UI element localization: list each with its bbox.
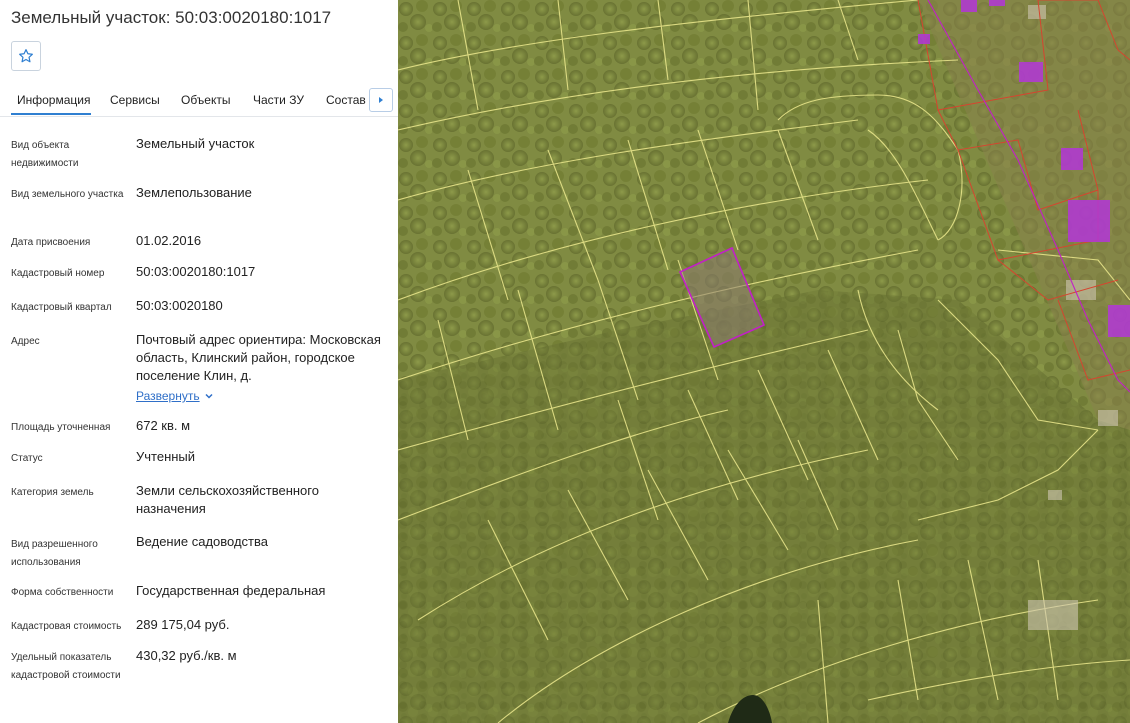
permitted-use-label: Вид разрешенного использования <box>11 539 98 568</box>
object-type-label: Вид объекта недвижимости <box>11 140 79 169</box>
tab-services[interactable]: Сервисы <box>110 93 160 107</box>
ownership-label: Форма собственности <box>11 587 114 598</box>
plot-type-label: Вид земельного участка <box>11 189 124 200</box>
tab-objects[interactable]: Объекты <box>181 93 231 107</box>
assign-date-label: Дата присвоения <box>11 237 91 248</box>
info-panel: Земельный участок: 50:03:0020180:1017 Ин… <box>0 0 398 723</box>
map-canvas[interactable] <box>398 0 1130 723</box>
permitted-use-value: Ведение садоводства <box>136 534 268 549</box>
plot-type-value: Землепользование <box>136 185 252 200</box>
tab-bar: Информация Сервисы Объекты Части ЗУ Сост… <box>0 84 398 117</box>
assign-date-value: 01.02.2016 <box>136 233 202 248</box>
ownership-value: Государственная федеральная <box>136 583 326 598</box>
address-label: Адрес <box>11 336 40 347</box>
page-title: Земельный участок: 50:03:0020180:1017 <box>11 8 332 27</box>
area-value: 672 кв. м <box>136 418 191 433</box>
status-value: Учтенный <box>136 449 196 464</box>
cadastral-number-label: Кадастровый номер <box>11 268 105 279</box>
tab-overflow-clip: Состав ЕЗП <box>326 84 370 116</box>
area-label: Площадь уточненная <box>11 422 111 433</box>
object-type-value: Земельный участок <box>136 136 255 151</box>
cadastral-value-value: 289 175,04 руб. <box>136 617 230 632</box>
tab-information[interactable]: Информация <box>17 93 90 107</box>
tabs-scroll-right-button[interactable] <box>369 88 393 112</box>
active-tab-indicator <box>11 113 91 115</box>
chevron-down-icon[interactable] <box>204 391 214 401</box>
tab-ezp-composition[interactable]: Состав ЕЗП <box>326 93 370 107</box>
address-value: Почтовый адрес ориентира: Московская обл… <box>136 332 381 383</box>
land-category-value: Земли сельскохозяйственного назначения <box>136 483 319 516</box>
map-tint <box>398 0 1130 723</box>
status-label: Статус <box>11 453 43 464</box>
chevron-right-icon <box>379 97 383 103</box>
land-category-label: Категория земель <box>11 487 94 498</box>
unit-value-label: Удельный показатель кадастровой стоимост… <box>11 652 121 681</box>
favorite-button[interactable] <box>11 41 41 71</box>
satellite-map[interactable] <box>398 0 1130 723</box>
address-expand-link[interactable]: Развернуть <box>136 389 200 403</box>
tab-zu-parts[interactable]: Части ЗУ <box>253 93 304 107</box>
cadastral-number-value: 50:03:0020180:1017 <box>136 264 256 279</box>
unit-value-value: 430,32 руб./кв. м <box>136 648 237 663</box>
cadastral-block-value: 50:03:0020180 <box>136 298 223 313</box>
cadastral-value-label: Кадастровая стоимость <box>11 621 122 632</box>
star-icon <box>19 49 33 63</box>
cadastral-block-label: Кадастровый квартал <box>11 302 112 313</box>
